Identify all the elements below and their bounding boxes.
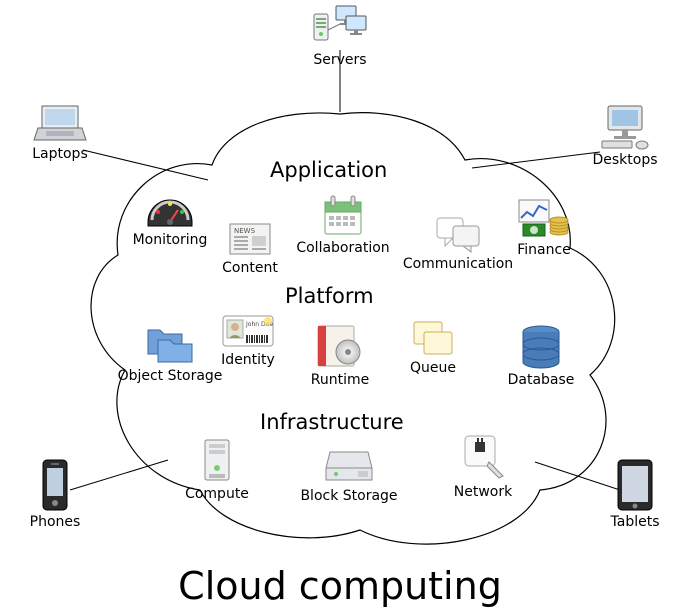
finance-node: Finance bbox=[504, 196, 584, 258]
database-label: Database bbox=[498, 372, 584, 388]
collaboration-node: Collaboration bbox=[290, 192, 396, 256]
content-node: NEWS Content bbox=[212, 218, 288, 276]
object-storage-label: Object Storage bbox=[110, 368, 230, 384]
diagram-title: Cloud computing bbox=[0, 564, 680, 608]
network-node: Network bbox=[440, 432, 526, 500]
queue-icon bbox=[408, 316, 458, 358]
platform-heading: Platform bbox=[285, 284, 374, 308]
id-badge-icon: John Doe bbox=[221, 310, 275, 350]
block-storage-node: Block Storage bbox=[292, 446, 406, 504]
servers-node: Servers bbox=[300, 4, 380, 68]
runtime-icon bbox=[314, 322, 366, 370]
tablet-icon bbox=[614, 458, 656, 512]
communication-node: Communication bbox=[398, 214, 518, 272]
content-label: Content bbox=[212, 260, 288, 276]
compute-icon bbox=[197, 436, 237, 484]
infrastructure-heading: Infrastructure bbox=[260, 410, 404, 434]
collaboration-label: Collaboration bbox=[290, 240, 396, 256]
chat-bubble-icon bbox=[433, 214, 483, 254]
phone-icon bbox=[37, 458, 73, 512]
database-icon bbox=[519, 324, 563, 370]
servers-icon bbox=[310, 4, 370, 50]
finance-label: Finance bbox=[504, 242, 584, 258]
compute-label: Compute bbox=[172, 486, 262, 502]
identity-label: Identity bbox=[208, 352, 288, 368]
runtime-node: Runtime bbox=[300, 322, 380, 388]
network-label: Network bbox=[440, 484, 526, 500]
monitoring-node: Monitoring bbox=[125, 190, 215, 248]
database-node: Database bbox=[498, 324, 584, 388]
phones-label: Phones bbox=[20, 514, 90, 530]
servers-label: Servers bbox=[300, 52, 380, 68]
newspaper-icon: NEWS bbox=[226, 218, 274, 258]
hdd-icon bbox=[322, 446, 376, 486]
desktop-icon bbox=[598, 104, 652, 150]
laptops-node: Laptops bbox=[20, 102, 100, 162]
svg-text:NEWS: NEWS bbox=[234, 227, 256, 235]
phones-node: Phones bbox=[20, 458, 90, 530]
application-heading: Application bbox=[270, 158, 387, 182]
runtime-label: Runtime bbox=[300, 372, 380, 388]
monitoring-label: Monitoring bbox=[125, 232, 215, 248]
desktops-node: Desktops bbox=[585, 104, 665, 168]
identity-node: John Doe Identity bbox=[208, 310, 288, 368]
laptop-icon bbox=[32, 102, 88, 144]
calendar-icon bbox=[319, 192, 367, 238]
compute-node: Compute bbox=[172, 436, 262, 502]
connector-lines bbox=[0, 0, 680, 616]
laptops-label: Laptops bbox=[20, 146, 100, 162]
finance-icon bbox=[517, 196, 571, 240]
block-storage-label: Block Storage bbox=[292, 488, 406, 504]
tablets-node: Tablets bbox=[600, 458, 670, 530]
communication-label: Communication bbox=[398, 256, 518, 272]
network-icon bbox=[459, 432, 507, 482]
tablets-label: Tablets bbox=[600, 514, 670, 530]
queue-label: Queue bbox=[398, 360, 468, 376]
desktops-label: Desktops bbox=[585, 152, 665, 168]
queue-node: Queue bbox=[398, 316, 468, 376]
folders-icon bbox=[142, 322, 198, 366]
dashboard-icon bbox=[144, 190, 196, 230]
